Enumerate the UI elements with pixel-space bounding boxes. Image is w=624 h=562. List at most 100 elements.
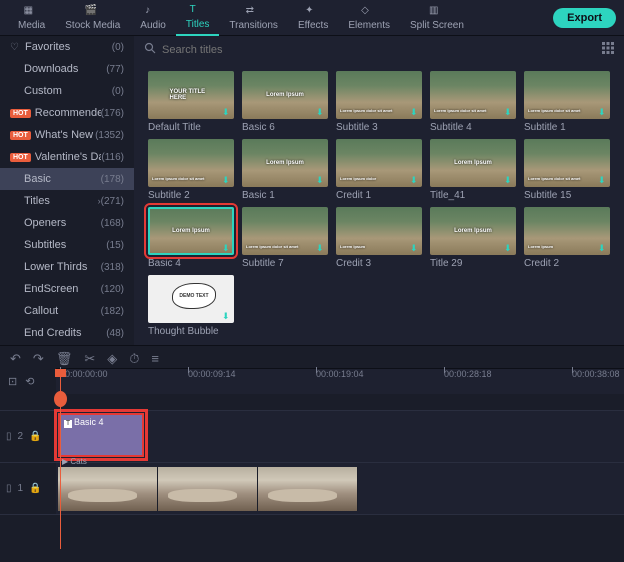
download-icon[interactable]: ⬇ xyxy=(316,107,326,117)
title-tile[interactable]: Lorem Ipsum ⬇ Basic 4 xyxy=(148,207,234,269)
title-thumbnail[interactable]: Lorem ipsum dolor sit amet ⬇ xyxy=(336,71,422,119)
crop-icon[interactable]: ◈ xyxy=(107,351,117,367)
title-tile[interactable]: Lorem ipsum dolor sit amet ⬇ Subtitle 4 xyxy=(430,71,516,133)
title-thumbnail[interactable]: Lorem Ipsum ⬇ xyxy=(148,207,234,255)
sidebar-item-endscreen[interactable]: EndScreen (120) xyxy=(0,278,134,300)
thumbnail-overlay-text: Lorem ipsum dolor sit amet xyxy=(528,108,606,113)
tab-media[interactable]: ▦Media xyxy=(8,1,55,35)
delete-icon[interactable]: 🗑 xyxy=(56,351,73,367)
sidebar-item-recommended[interactable]: HOT Recommended (176) xyxy=(0,102,134,124)
sidebar-item-downloads[interactable]: Downloads (77) xyxy=(0,58,134,80)
snap-icon[interactable]: ⊡ xyxy=(8,375,17,388)
download-icon[interactable]: ⬇ xyxy=(598,243,608,253)
title-thumbnail[interactable]: Lorem ipsum ⬇ xyxy=(524,207,610,255)
sidebar-item-social-media[interactable]: Social Media (162) xyxy=(0,344,134,345)
tab-transitions[interactable]: ⇄Transitions xyxy=(219,1,288,35)
tab-audio[interactable]: ♪Audio xyxy=(130,1,176,35)
download-icon[interactable]: ⬇ xyxy=(316,243,326,253)
adjust-icon[interactable]: ≡ xyxy=(151,351,159,366)
title-thumbnail[interactable]: Lorem ipsum dolor sit amet ⬇ xyxy=(524,139,610,187)
title-thumbnail[interactable]: Lorem ipsum dolor sit amet ⬇ xyxy=(430,71,516,119)
title-thumbnail[interactable]: DEMO TEXT ⬇ xyxy=(148,275,234,323)
download-icon[interactable]: ⬇ xyxy=(222,107,232,117)
sidebar-item-subtitles[interactable]: Subtitles (15) xyxy=(0,234,134,256)
undo-icon[interactable]: ↶ xyxy=(10,351,21,367)
heart-icon: ♡ xyxy=(10,42,19,53)
title-thumbnail[interactable]: Lorem Ipsum ⬇ xyxy=(242,139,328,187)
title-tile[interactable]: Lorem ipsum dolor ⬇ Credit 1 xyxy=(336,139,422,201)
tab-effects[interactable]: ✦Effects xyxy=(288,1,338,35)
sidebar-item-custom[interactable]: Custom (0) xyxy=(0,80,134,102)
download-icon[interactable]: ⬇ xyxy=(504,243,514,253)
tab-elements[interactable]: ◇Elements xyxy=(338,1,400,35)
track-visibility-icon[interactable]: ▯ xyxy=(6,483,12,494)
title-tile[interactable]: Lorem ipsum ⬇ Credit 3 xyxy=(336,207,422,269)
sidebar-item-callout[interactable]: Callout (182) xyxy=(0,300,134,322)
playhead[interactable] xyxy=(60,369,61,549)
title-thumbnail[interactable]: Lorem ipsum dolor ⬇ xyxy=(336,139,422,187)
title-tile[interactable]: Lorem ipsum dolor sit amet ⬇ Subtitle 3 xyxy=(336,71,422,133)
download-icon[interactable]: ⬇ xyxy=(504,175,514,185)
title-thumbnail[interactable]: Lorem ipsum dolor sit amet ⬇ xyxy=(242,207,328,255)
title-tile[interactable]: Lorem Ipsum ⬇ Title 29 xyxy=(430,207,516,269)
search-input[interactable] xyxy=(162,44,596,56)
sidebar-item-openers[interactable]: Openers (168) xyxy=(0,212,134,234)
download-icon[interactable]: ⬇ xyxy=(316,175,326,185)
download-icon[interactable]: ⬇ xyxy=(504,107,514,117)
title-thumbnail[interactable]: Lorem Ipsum ⬇ xyxy=(242,71,328,119)
sidebar-item-favorites[interactable]: ♡ Favorites (0) xyxy=(0,36,134,58)
title-thumbnail[interactable]: Lorem ipsum ⬇ xyxy=(336,207,422,255)
title-thumbnail[interactable]: Lorem Ipsum ⬇ xyxy=(430,139,516,187)
sidebar-item-basic[interactable]: Basic (178) xyxy=(0,168,134,190)
search-bar xyxy=(134,36,624,63)
title-tile[interactable]: Lorem ipsum ⬇ Credit 2 xyxy=(524,207,610,269)
sidebar-item-what-s-new[interactable]: HOT What's New (1352) xyxy=(0,124,134,146)
sidebar-item-lower-thirds[interactable]: Lower Thirds (318) xyxy=(0,256,134,278)
track-lock-icon[interactable]: 🔒 xyxy=(29,431,41,442)
title-tile[interactable]: YOUR TITLE HERE ⬇ Default Title xyxy=(148,71,234,133)
download-icon[interactable]: ⬇ xyxy=(222,175,232,185)
ruler-timestamp: 00:00:00:00 xyxy=(60,369,108,379)
download-icon[interactable]: ⬇ xyxy=(222,243,232,253)
download-icon[interactable]: ⬇ xyxy=(598,175,608,185)
title-tile[interactable]: DEMO TEXT ⬇ Thought Bubble xyxy=(148,275,234,337)
download-icon[interactable]: ⬇ xyxy=(598,107,608,117)
download-icon[interactable]: ⬇ xyxy=(410,107,420,117)
export-button[interactable]: Export xyxy=(553,8,616,28)
video-clip[interactable]: ▶ Cats xyxy=(58,467,358,511)
title-thumbnail[interactable]: Lorem Ipsum ⬇ xyxy=(430,207,516,255)
video-track[interactable]: ▯ 1 🔒 ▶ Cats xyxy=(0,463,624,515)
sidebar-item-titles[interactable]: Titles › (271) xyxy=(0,190,134,212)
title-tile[interactable]: Lorem Ipsum ⬇ Basic 1 xyxy=(242,139,328,201)
track-lock-icon[interactable]: 🔒 xyxy=(29,483,41,494)
tab-split screen[interactable]: ▥Split Screen xyxy=(400,1,474,35)
title-tile[interactable]: Lorem Ipsum ⬇ Title_41 xyxy=(430,139,516,201)
sidebar-item-label: Favorites xyxy=(25,41,112,53)
title-thumbnail[interactable]: Lorem ipsum dolor sit amet ⬇ xyxy=(524,71,610,119)
grid-view-icon[interactable] xyxy=(602,42,614,57)
track-visibility-icon[interactable]: ▯ xyxy=(6,431,12,442)
title-tile[interactable]: Lorem Ipsum ⬇ Basic 6 xyxy=(242,71,328,133)
sidebar-item-end-credits[interactable]: End Credits (48) xyxy=(0,322,134,344)
title-thumbnail[interactable]: Lorem ipsum dolor sit amet ⬇ xyxy=(148,139,234,187)
split-icon[interactable]: ✂ xyxy=(84,351,95,367)
title-tile[interactable]: Lorem ipsum dolor sit amet ⬇ Subtitle 1 xyxy=(524,71,610,133)
redo-icon[interactable]: ↷ xyxy=(33,351,44,367)
tab-stock media[interactable]: 🎬Stock Media xyxy=(55,1,130,35)
title-thumbnail[interactable]: YOUR TITLE HERE ⬇ xyxy=(148,71,234,119)
title-tile[interactable]: Lorem ipsum dolor sit amet ⬇ Subtitle 2 xyxy=(148,139,234,201)
video-clip-label: Cats xyxy=(70,457,86,466)
download-icon[interactable]: ⬇ xyxy=(410,243,420,253)
title-clip[interactable]: TBasic 4 xyxy=(58,413,144,457)
sidebar-item-valentine-s-day[interactable]: HOT Valentine's Day (116) xyxy=(0,146,134,168)
download-icon[interactable]: ⬇ xyxy=(222,311,232,321)
link-icon[interactable]: ⟲ xyxy=(25,375,34,388)
speed-icon[interactable]: ⏱ xyxy=(129,351,139,367)
title-tile[interactable]: Lorem ipsum dolor sit amet ⬇ Subtitle 15 xyxy=(524,139,610,201)
title-tile[interactable]: Lorem ipsum dolor sit amet ⬇ Subtitle 7 xyxy=(242,207,328,269)
tab-titles[interactable]: TTitles xyxy=(176,0,220,36)
timeline-ruler[interactable]: 00:00:00:0000:00:09:1400:00:19:0400:00:2… xyxy=(56,368,624,394)
tab-icon: ▦ xyxy=(24,5,40,19)
title-track[interactable]: ▯ 2 🔒 TBasic 4 xyxy=(0,411,624,463)
download-icon[interactable]: ⬇ xyxy=(410,175,420,185)
